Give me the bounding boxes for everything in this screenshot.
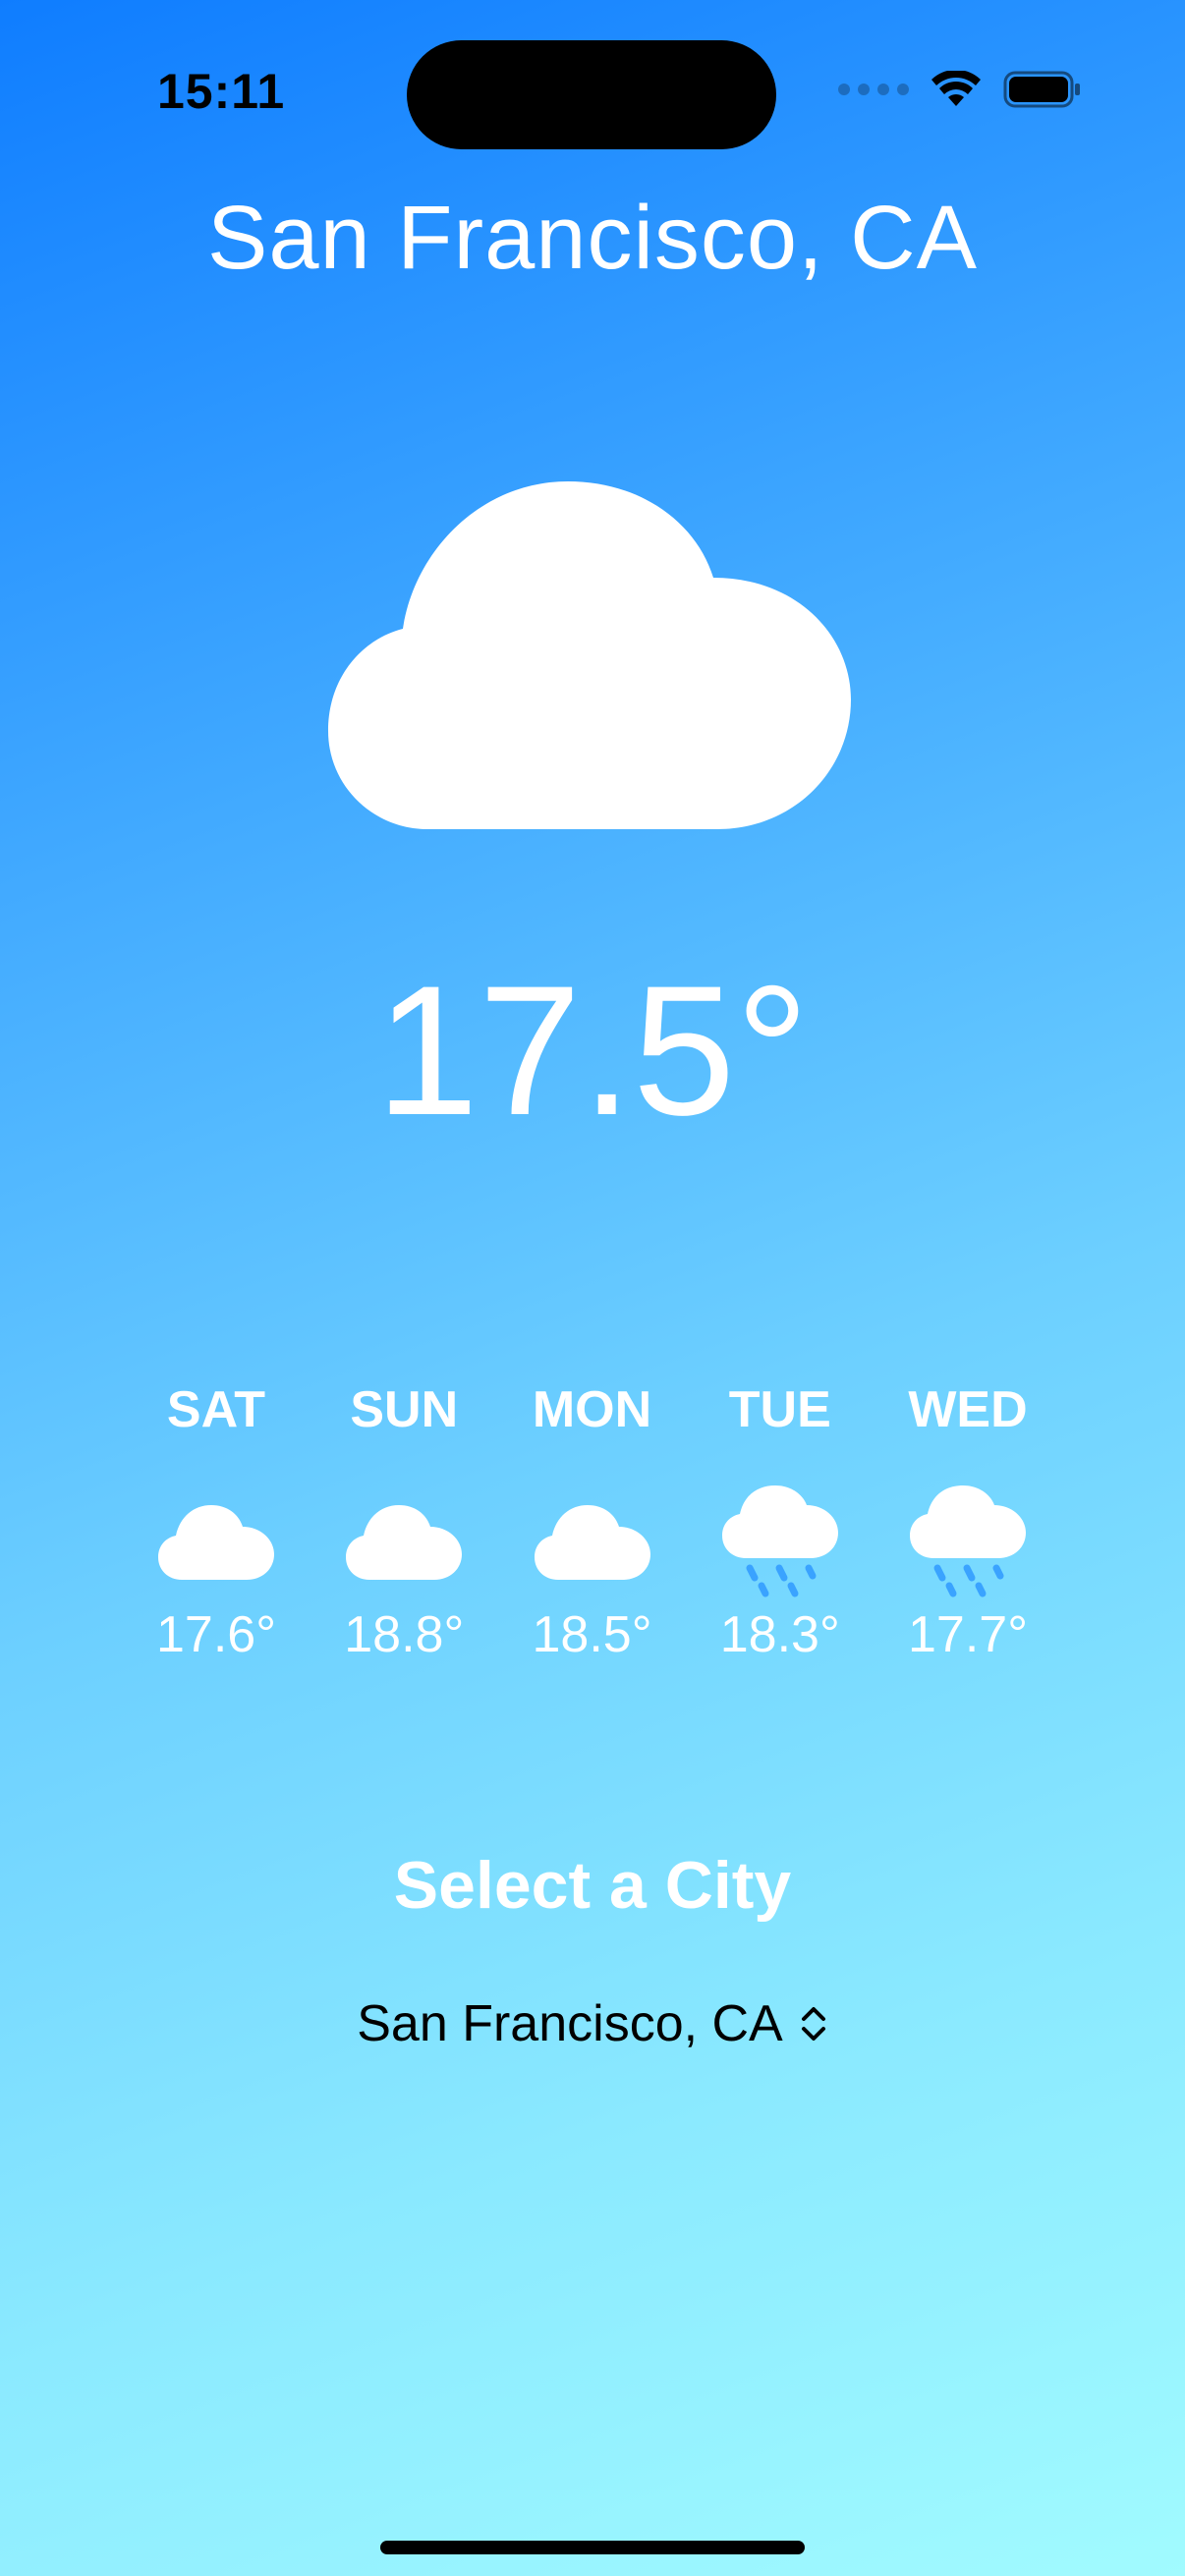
forecast-temp: 18.5° [532, 1606, 652, 1663]
wifi-icon [931, 71, 981, 106]
city-picker-value: San Francisco, CA [357, 1995, 783, 2052]
status-time: 15:11 [157, 64, 286, 119]
home-indicator[interactable] [380, 2541, 805, 2554]
status-icons [838, 71, 1082, 108]
forecast-day: SAT 17.6° [147, 1375, 285, 1664]
status-bar: 15:11 [0, 0, 1185, 149]
cloud-icon [328, 481, 851, 829]
current-temperature: 17.5° [375, 947, 810, 1153]
cloud-rain-icon [721, 1485, 838, 1597]
forecast-day-name: SAT [166, 1381, 266, 1438]
cloud-icon [534, 1505, 650, 1580]
forecast-day: TUE 18.3° [711, 1375, 849, 1664]
forecast-day-name: SUN [350, 1381, 459, 1438]
forecast-day-name: MON [532, 1381, 652, 1438]
city-picker[interactable]: San Francisco, CA [0, 1994, 1185, 2053]
forecast-row: SAT 17.6° SUN 18.8° MON 18.5° TUE 18.3° … [147, 1375, 1037, 1664]
cloud-icon [158, 1505, 274, 1580]
cloud-rain-icon [910, 1485, 1026, 1597]
forecast-day: MON 18.5° [524, 1375, 661, 1664]
forecast-day-name: WED [908, 1381, 1028, 1438]
cellular-signal-icon [838, 84, 909, 95]
forecast-temp: 18.3° [719, 1606, 840, 1663]
select-city-label: Select a City [393, 1848, 792, 1923]
forecast-day-name: TUE [728, 1381, 831, 1438]
forecast-temp: 18.8° [344, 1606, 465, 1663]
dynamic-island [407, 40, 776, 149]
forecast-temp: 17.7° [907, 1606, 1028, 1663]
forecast-day: SUN 18.8° [335, 1375, 473, 1664]
battery-icon [1003, 71, 1080, 108]
chevron-up-down-icon [801, 2007, 825, 2041]
forecast-temp: 17.6° [155, 1606, 276, 1663]
cloud-icon [346, 1505, 463, 1580]
city-title: San Francisco, CA [207, 188, 978, 288]
forecast-day: WED 17.7° [899, 1375, 1037, 1664]
